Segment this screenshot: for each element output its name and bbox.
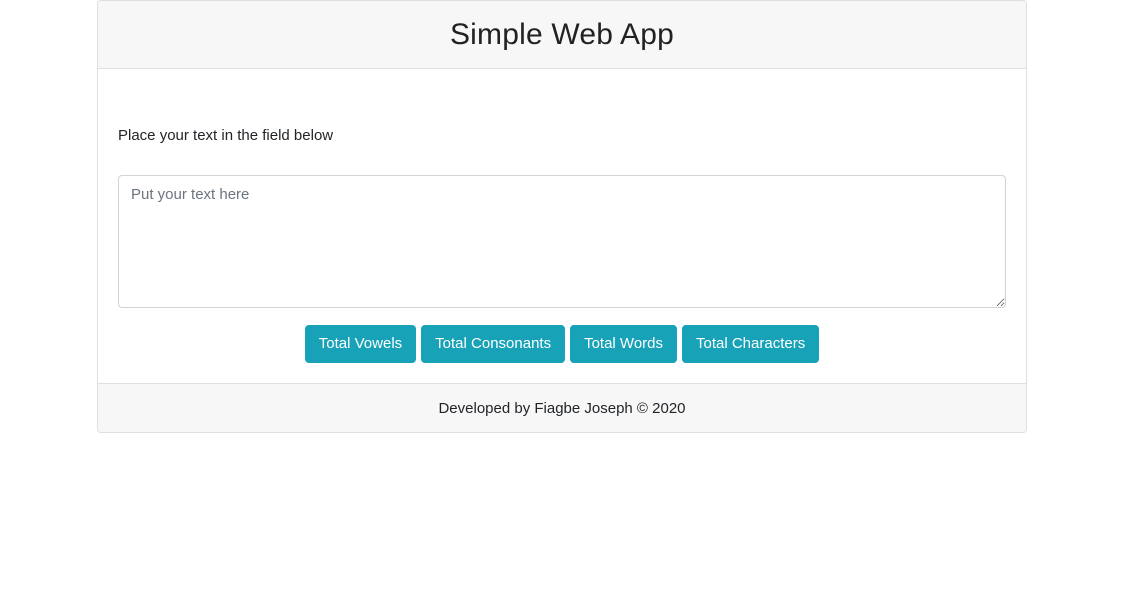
text-input[interactable]: [118, 175, 1006, 308]
card-header: Simple Web App: [98, 1, 1026, 69]
total-vowels-button[interactable]: Total Vowels: [304, 325, 417, 363]
total-consonants-button[interactable]: Total Consonants: [421, 325, 566, 363]
button-group: Total Vowels Total Consonants Total Word…: [98, 325, 1026, 363]
total-words-button[interactable]: Total Words: [570, 325, 677, 363]
total-characters-button[interactable]: Total Characters: [682, 325, 820, 363]
footer-credit: Developed by Fiagbe Joseph © 2020: [438, 399, 686, 417]
app-card: Simple Web App Place your text in the fi…: [97, 0, 1027, 433]
card-body: Place your text in the field below Total…: [98, 69, 1026, 383]
instruction-label: Place your text in the field below: [118, 127, 334, 144]
card-footer: Developed by Fiagbe Joseph © 2020: [98, 383, 1026, 432]
page-title: Simple Web App: [449, 17, 675, 51]
